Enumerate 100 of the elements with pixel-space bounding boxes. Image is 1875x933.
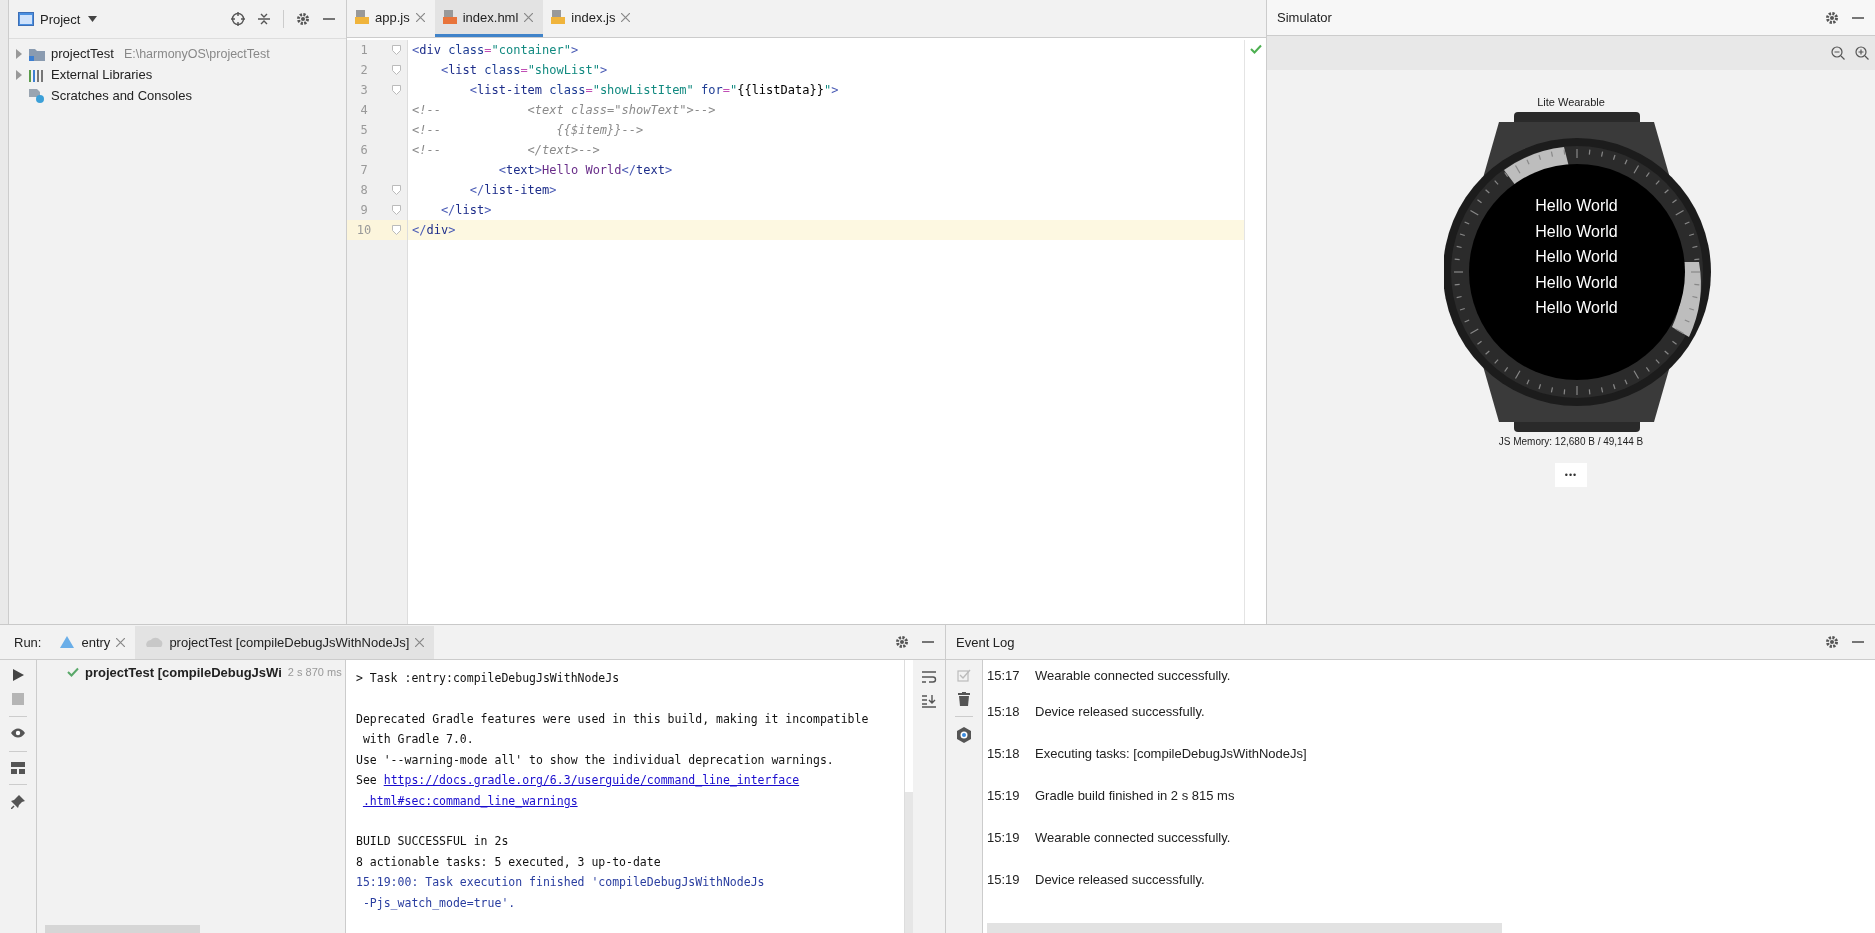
device-label: Lite Wearable xyxy=(1537,96,1605,108)
line-number: 8 xyxy=(359,183,369,197)
check-icon xyxy=(1249,44,1262,54)
line-number: 1 xyxy=(359,43,369,57)
log-time: 15:19 xyxy=(987,829,1021,845)
console-line: BUILD SUCCESSFUL in 2s xyxy=(356,834,509,849)
zoom-in-icon[interactable] xyxy=(1855,46,1869,60)
line-number: 10 xyxy=(355,223,373,237)
folder-icon xyxy=(29,46,45,61)
build-duration: 2 s 870 ms xyxy=(287,666,342,678)
trash-icon[interactable] xyxy=(958,692,970,706)
close-icon[interactable] xyxy=(524,12,534,22)
project-path: E:\harmonyOS\projectTest xyxy=(123,46,270,61)
code-line: <list-item class="showListItem" for="{{listData}}"> xyxy=(468,83,839,97)
run-tab[interactable]: entry xyxy=(49,625,136,659)
close-icon[interactable] xyxy=(621,12,631,22)
cloud-icon xyxy=(145,636,164,648)
code-line: </list-item> xyxy=(468,183,557,197)
more-button[interactable]: ••• xyxy=(1555,463,1587,487)
hexagon-settings-icon[interactable] xyxy=(956,727,972,743)
code-line: </div> xyxy=(412,223,456,237)
log-time: 15:18 xyxy=(987,745,1021,761)
line-number: 9 xyxy=(359,203,369,217)
code-line: <list class="showList"> xyxy=(439,63,608,77)
code-line: <text>Hello World</text> xyxy=(497,163,673,177)
run-label: Run: xyxy=(14,634,42,650)
code-line: <!-- </text>--> xyxy=(412,143,600,157)
watch-screen-text: Hello World xyxy=(1535,221,1618,242)
code-line: <!-- <text class="showText">--> xyxy=(412,103,716,117)
close-icon[interactable] xyxy=(116,637,126,647)
console-line: -Pjs_watch_mode=true'. xyxy=(361,895,516,910)
code-line: <div class="container"> xyxy=(412,43,579,57)
fold-marker-icon[interactable] xyxy=(392,185,401,195)
scroll-to-end-icon[interactable] xyxy=(921,694,937,708)
collapse-all-icon[interactable] xyxy=(257,12,271,26)
project-window-icon xyxy=(18,12,34,26)
console-line: Use '--warning-mode all' to show the individual deprecation warnings. xyxy=(356,752,834,767)
caret-icon xyxy=(88,16,98,22)
scrollbar[interactable] xyxy=(987,923,1502,933)
log-time: 15:18 xyxy=(987,703,1021,719)
layout-icon[interactable] xyxy=(11,762,25,774)
console-line: 15:19:00: Task execution finished 'compileDebugJsWithNodeJs xyxy=(356,875,765,890)
tree-item[interactable]: projectTest xyxy=(51,46,114,61)
settings-icon[interactable] xyxy=(895,635,909,649)
pin-icon[interactable] xyxy=(11,795,25,809)
editor-tab[interactable]: index.hml xyxy=(434,0,544,37)
panel-title: Event Log xyxy=(956,634,1015,650)
settings-icon[interactable] xyxy=(296,12,310,26)
soft-wrap-icon[interactable] xyxy=(921,670,937,684)
log-time: 15:17 xyxy=(987,667,1021,683)
line-number: 6 xyxy=(359,143,369,157)
scrollbar[interactable] xyxy=(45,925,200,933)
expand-arrow-icon[interactable] xyxy=(15,69,23,80)
log-message: Device released successfully. xyxy=(1035,703,1205,719)
zoom-out-icon[interactable] xyxy=(1831,46,1845,60)
scrollbar[interactable] xyxy=(905,792,913,933)
line-number: 2 xyxy=(359,63,369,77)
editor-tab[interactable]: app.js xyxy=(347,0,435,37)
editor-tab[interactable]: index.js xyxy=(543,0,641,37)
watch-screen-text: Hello World xyxy=(1535,247,1618,268)
log-time: 15:19 xyxy=(987,787,1021,803)
panel-title: Simulator xyxy=(1277,10,1332,25)
project-view-dropdown[interactable]: Project xyxy=(40,11,98,27)
tree-item[interactable]: Scratches and Consoles xyxy=(51,88,192,103)
close-icon[interactable] xyxy=(415,637,425,647)
fold-marker-icon[interactable] xyxy=(392,205,401,215)
triangle-icon xyxy=(59,635,76,649)
line-number: 5 xyxy=(359,123,369,137)
expand-arrow-icon[interactable] xyxy=(15,48,23,59)
log-message: Wearable connected successfully. xyxy=(1035,667,1231,683)
console-link[interactable]: https://docs.gradle.org/6.3/userguide/command_line_interface xyxy=(383,773,800,788)
log-message: Device released successfully. xyxy=(1035,871,1205,887)
html-file-icon xyxy=(442,10,457,24)
line-number: 3 xyxy=(359,83,369,97)
console-line: Deprecated Gradle features were used in this build, making it incompatible xyxy=(356,711,869,726)
run-icon[interactable] xyxy=(11,668,25,682)
log-message: Executing tasks: [compileDebugJsWithNodeJs] xyxy=(1035,745,1307,761)
fold-marker-icon[interactable] xyxy=(392,45,401,55)
js-file-icon xyxy=(551,10,566,24)
line-number: 7 xyxy=(359,163,369,177)
console-line: > Task :entry:compileDebugJsWithNodeJs xyxy=(356,671,620,686)
settings-icon[interactable] xyxy=(1825,635,1839,649)
console-text: See xyxy=(356,773,378,788)
fold-marker-icon[interactable] xyxy=(392,65,401,75)
memory-readout: JS Memory: 12,680 B / 49,144 B xyxy=(1498,436,1644,447)
watch-screen-text: Hello World xyxy=(1535,196,1618,217)
watch-screen-text: Hello World xyxy=(1535,298,1618,319)
console-link[interactable]: .html#sec:command_line_warnings xyxy=(362,793,578,808)
console-line: with Gradle 7.0. xyxy=(361,732,474,747)
library-icon xyxy=(29,67,45,82)
close-icon[interactable] xyxy=(415,12,425,22)
fold-marker-icon[interactable] xyxy=(392,85,401,95)
log-time: 15:19 xyxy=(987,871,1021,887)
run-tab[interactable]: projectTest [compileDebugJsWithNodeJs] xyxy=(135,625,435,659)
build-item[interactable]: projectTest [compileDebugJsWi xyxy=(85,664,282,680)
settings-icon[interactable] xyxy=(1825,10,1839,25)
tree-item[interactable]: External Libraries xyxy=(51,67,153,82)
locate-icon[interactable] xyxy=(231,12,245,26)
scratch-file-icon xyxy=(29,88,45,103)
fold-marker-icon[interactable] xyxy=(392,225,401,235)
